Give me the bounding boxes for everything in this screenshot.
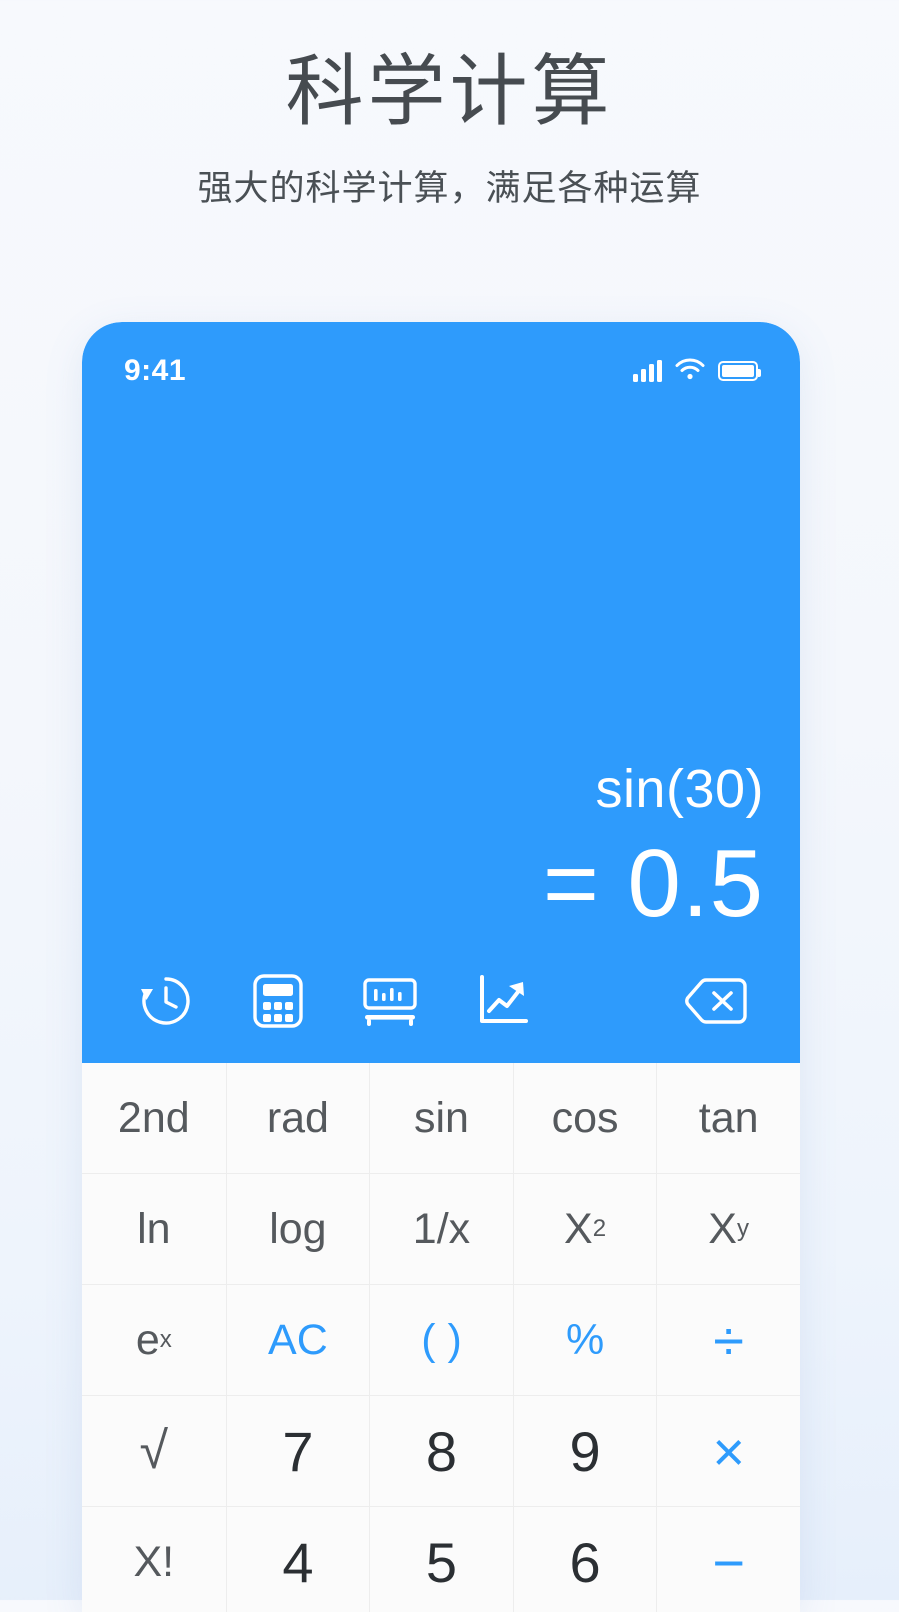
key-square-root[interactable]: √: [82, 1396, 226, 1506]
key-log[interactable]: log: [225, 1174, 370, 1284]
key-7[interactable]: 7: [225, 1396, 370, 1506]
keypad-row: ex AC ( ) % ÷: [82, 1284, 800, 1395]
expression-text: sin(30): [595, 759, 764, 820]
key-x-squared[interactable]: X2: [512, 1174, 657, 1284]
key-factorial[interactable]: X!: [82, 1507, 226, 1612]
key-multiply[interactable]: ×: [656, 1396, 800, 1506]
keypad-row: √ 7 8 9 ×: [82, 1395, 800, 1506]
keypad-row: ln log 1/x X2 Xy: [82, 1173, 800, 1284]
unit-converter-button[interactable]: [334, 955, 446, 1047]
key-2nd[interactable]: 2nd: [82, 1063, 226, 1173]
phone-mockup: 9:41 sin(30) = 0.5 2nd rad sin cos tan l…: [82, 322, 800, 1612]
keypad-row: 2nd rad sin cos tan: [82, 1063, 800, 1173]
keypad-row: X! 4 5 6 −: [82, 1506, 800, 1612]
page-subtitle: 强大的科学计算，满足各种运算: [197, 169, 702, 208]
chart-trending-icon: [474, 973, 530, 1029]
status-bar-time: 9:41: [124, 354, 187, 387]
key-4[interactable]: 4: [225, 1507, 370, 1612]
key-e-power-x[interactable]: ex: [82, 1285, 226, 1395]
calculator-keypad: 2nd rad sin cos tan ln log 1/x X2 Xy ex …: [82, 1063, 800, 1612]
backspace-button[interactable]: [660, 955, 772, 1047]
key-5[interactable]: 5: [369, 1507, 513, 1612]
key-cos[interactable]: cos: [512, 1063, 657, 1173]
key-all-clear[interactable]: AC: [225, 1285, 370, 1395]
key-x-power-y-base: X: [708, 1204, 737, 1253]
calculator-display: sin(30) = 0.5: [543, 761, 764, 941]
history-icon: [138, 973, 194, 1029]
key-reciprocal[interactable]: 1/x: [369, 1174, 513, 1284]
key-percent[interactable]: %: [512, 1285, 657, 1395]
page-title: 科学计算: [285, 47, 614, 135]
key-9[interactable]: 9: [512, 1396, 657, 1506]
key-e-power-x-base: e: [135, 1315, 160, 1364]
history-button[interactable]: [110, 955, 222, 1047]
key-minus[interactable]: −: [656, 1507, 800, 1612]
key-8[interactable]: 8: [369, 1396, 513, 1506]
status-bar: 9:41: [82, 350, 800, 392]
wifi-icon: [675, 358, 705, 385]
key-sin[interactable]: sin: [369, 1063, 513, 1173]
chart-button[interactable]: [446, 955, 558, 1047]
status-bar-icons: [633, 358, 761, 385]
backspace-icon: [685, 976, 747, 1026]
key-x-squared-base: X: [564, 1204, 593, 1253]
calculator-display-area: 9:41 sin(30) = 0.5: [82, 322, 800, 1063]
key-6[interactable]: 6: [512, 1507, 657, 1612]
unit-converter-icon: [361, 974, 419, 1028]
key-rad[interactable]: rad: [225, 1063, 370, 1173]
result-text: = 0.5: [542, 829, 764, 937]
key-x-power-y[interactable]: Xy: [656, 1174, 800, 1284]
key-parentheses[interactable]: ( ): [369, 1285, 513, 1395]
calculator-icon: [252, 973, 304, 1029]
key-tan[interactable]: tan: [656, 1063, 800, 1173]
key-divide[interactable]: ÷: [656, 1285, 800, 1395]
key-ln[interactable]: ln: [82, 1174, 226, 1284]
key-square-root-label: √: [139, 1422, 169, 1480]
battery-full-icon: [718, 361, 761, 381]
promo-header: 科学计算 强大的科学计算，满足各种运算: [0, 0, 899, 211]
calculator-button[interactable]: [222, 955, 334, 1047]
signal-bars-icon: [633, 360, 662, 382]
calculator-toolbar: [82, 955, 800, 1047]
